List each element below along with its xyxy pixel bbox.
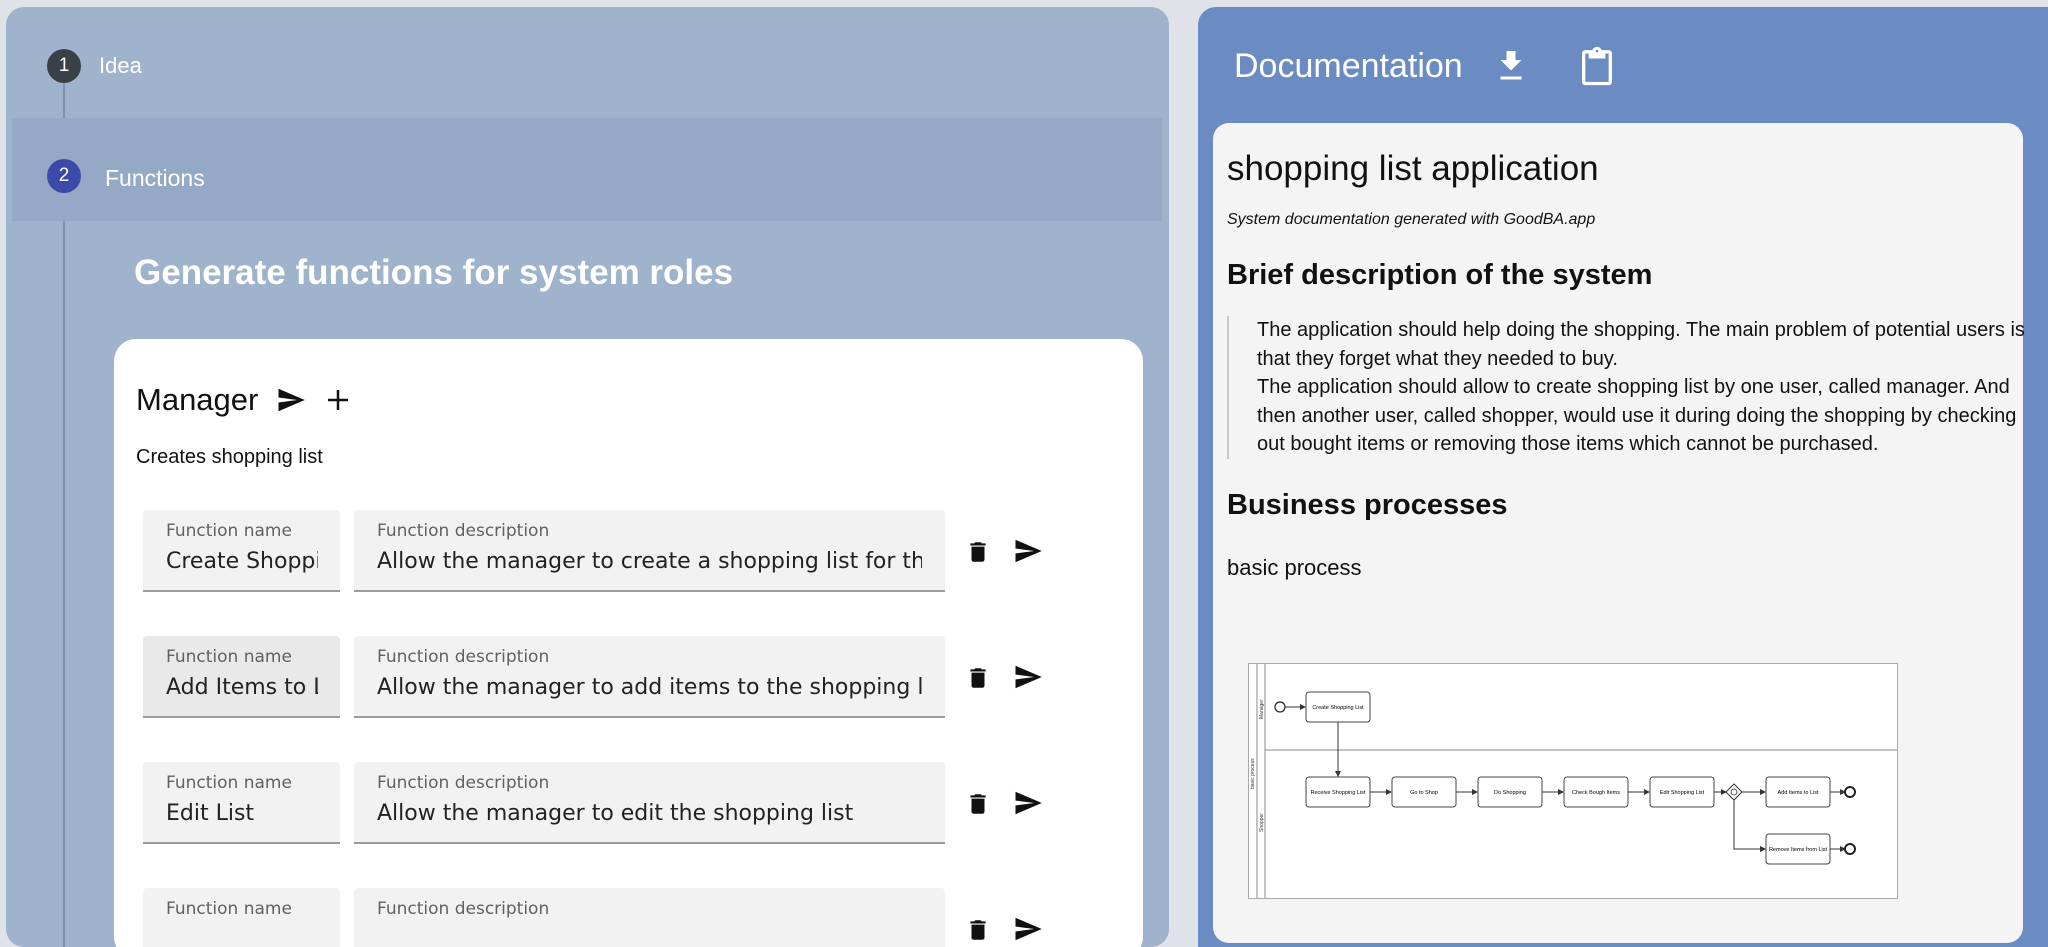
add-icon[interactable]: [322, 384, 354, 416]
task-label: Create Shopping List: [1312, 705, 1364, 711]
lane-label: Shopper: [1259, 813, 1265, 832]
document-title: shopping list application: [1227, 149, 1599, 188]
function-description-field[interactable]: Function description Allow the manager t…: [354, 762, 945, 844]
process-name: basic process: [1227, 555, 1362, 580]
function-row: Function name Create Shopping List Funct…: [143, 510, 1043, 592]
documentation-header: Documentation: [1234, 43, 1617, 89]
clipboard-icon[interactable]: [1577, 43, 1617, 89]
function-name-field[interactable]: Function name Edit List: [143, 762, 340, 844]
function-row: Function name Function description: [143, 888, 1043, 947]
step-idea[interactable]: 1 Idea: [6, 7, 1169, 117]
lane-label: Manager: [1259, 699, 1265, 719]
trash-icon[interactable]: [964, 662, 992, 694]
trash-icon[interactable]: [964, 788, 992, 820]
role-card: Manager Creates shopping list Function n…: [114, 339, 1143, 947]
function-row: Function name Edit List Function descrip…: [143, 762, 1043, 844]
task-label: Add Items to List: [1778, 790, 1819, 796]
task-label: Receive Shopping List: [1311, 790, 1366, 796]
documentation-title: Documentation: [1234, 46, 1463, 85]
function-name-field[interactable]: Function name Add Items to List: [143, 636, 340, 718]
task-label: Remove Items from List: [1769, 847, 1828, 853]
send-icon[interactable]: [1011, 786, 1045, 820]
field-label: Function description: [377, 899, 550, 919]
documentation-panel: Documentation shopping list application …: [1198, 7, 2048, 947]
role-description: Creates shopping list: [136, 446, 323, 468]
end-event: [1844, 843, 1856, 855]
document-meta: System documentation generated with Good…: [1227, 211, 1596, 228]
field-label: Function name: [166, 647, 292, 667]
send-icon[interactable]: [1011, 912, 1045, 946]
step-functions[interactable]: 2 Functions: [12, 118, 1162, 221]
task-label: Do Shopping: [1494, 790, 1526, 796]
send-icon[interactable]: [1011, 534, 1045, 568]
pool-label: basic process: [1250, 758, 1256, 789]
function-name-field[interactable]: Function name: [143, 888, 340, 947]
field-value[interactable]: Allow the manager to create a shopping l…: [377, 549, 922, 574]
brief-paragraph: The application should allow to create s…: [1257, 376, 2017, 455]
role-name: Manager: [136, 382, 259, 417]
field-label: Function description: [377, 647, 550, 667]
field-value[interactable]: Allow the manager to add items to the sh…: [377, 675, 922, 700]
brief-paragraph: The application should help doing the sh…: [1257, 319, 2025, 370]
bpmn-diagram: basic process Manager Shopper Create Sho…: [1248, 663, 1898, 899]
send-icon[interactable]: [1011, 660, 1045, 694]
field-label: Function name: [166, 521, 292, 541]
gateway: [1725, 783, 1743, 801]
task-label: Edit Shopping List: [1660, 790, 1705, 796]
functions-wizard-panel: 1 Idea 2 Functions Generate functions fo…: [6, 7, 1169, 947]
start-event: [1274, 701, 1286, 713]
field-label: Function description: [377, 773, 550, 793]
field-label: Function description: [377, 521, 550, 541]
field-value[interactable]: Add Items to List: [166, 675, 318, 700]
field-value[interactable]: Edit List: [166, 801, 318, 826]
task-label: Go to Shop: [1410, 790, 1438, 796]
function-description-field[interactable]: Function description: [354, 888, 945, 947]
function-name-field[interactable]: Function name Create Shopping List: [143, 510, 340, 592]
function-row: Function name Add Items to List Function…: [143, 636, 1043, 718]
business-processes-heading: Business processes: [1227, 489, 1508, 521]
field-value[interactable]: Create Shopping List: [166, 549, 318, 574]
step-label: Functions: [105, 165, 205, 191]
end-event: [1844, 786, 1856, 798]
brief-description-quote: The application should help doing the sh…: [1227, 316, 2037, 459]
field-label: Function name: [166, 773, 292, 793]
step-number-badge: 1: [47, 49, 81, 83]
brief-description-heading: Brief description of the system: [1227, 259, 1653, 291]
step-label: Idea: [99, 53, 142, 78]
section-title: Generate functions for system roles: [134, 253, 734, 292]
send-icon[interactable]: [274, 383, 308, 417]
step-number-badge: 2: [47, 159, 81, 193]
role-header: Manager: [136, 382, 354, 418]
function-description-field[interactable]: Function description Allow the manager t…: [354, 636, 945, 718]
task-label: Check Bough Items: [1572, 790, 1620, 796]
download-icon[interactable]: [1493, 46, 1529, 86]
documentation-content: shopping list application System documen…: [1213, 123, 2025, 943]
trash-icon[interactable]: [964, 536, 992, 568]
function-description-field[interactable]: Function description Allow the manager t…: [354, 510, 945, 592]
field-label: Function name: [166, 899, 292, 919]
field-value[interactable]: Allow the manager to edit the shopping l…: [377, 801, 922, 826]
